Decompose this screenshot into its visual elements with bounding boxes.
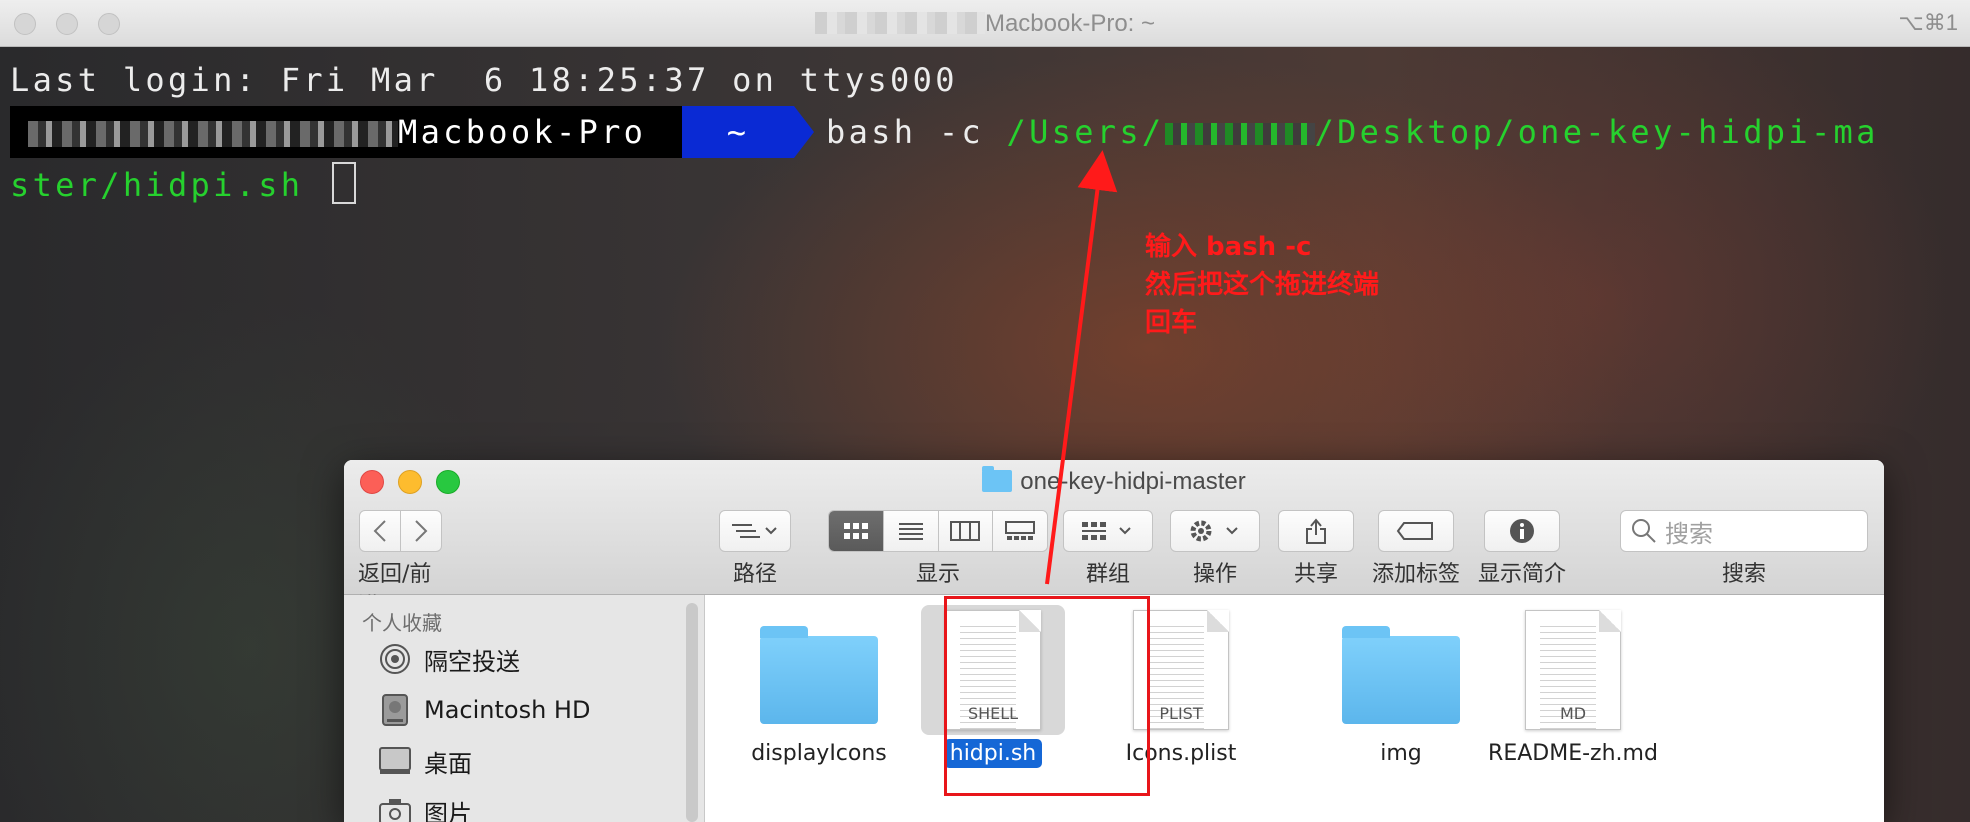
command-line: bash -c /Users/ /Desktop/one-key-hidpi-ma [826,106,1879,158]
markdown-file-icon: MD [1473,605,1673,735]
annotation-line3: 回车 [1145,308,1198,338]
group-label: 群组 [1085,562,1130,587]
command-prefix: bash -c [826,113,1007,151]
file-type-tag: MD [1559,704,1587,723]
file-item-readme-zh-md[interactable]: MD README-zh.md [1473,605,1673,768]
prompt-dir-segment: ~ [682,106,794,158]
share-label: 共享 [1293,562,1338,587]
action-label: 操作 [1192,562,1237,587]
finder-sidebar: 个人收藏 隔空投送 Macintosh HD 桌面 图片 [344,595,705,822]
sidebar-item-label: Macintosh HD [424,696,591,724]
path-icon [732,524,777,538]
sidebar-item-airdrop[interactable]: 隔空投送 [378,639,520,679]
back-button[interactable] [359,510,401,552]
add-tag-label: 添加标签 [1371,562,1460,587]
folder-icon [1301,605,1501,735]
add-tag-button[interactable] [1378,510,1454,552]
folder-icon [982,466,1013,492]
view-mode-group [828,510,1048,552]
annotation-note: 输入 bash -c 然后把这个拖进终端 回车 [1145,228,1379,342]
finder-title: one-key-hidpi-master [344,466,1884,496]
file-item-img[interactable]: img [1301,605,1501,768]
path-part1: /Users/ [1006,113,1165,151]
path-button[interactable] [719,510,791,552]
terminal-title-text: Macbook-Pro: ~ [984,10,1156,37]
favorites-header: 个人收藏 [362,611,442,635]
sidebar-item-label: 图片 [424,799,472,822]
prompt-host: Macbook-Pro [398,113,647,151]
get-info-button[interactable] [1484,510,1560,552]
redacted-path [1164,123,1315,145]
list-view-button[interactable] [883,511,939,551]
path-line2: ster/hidpi.sh [10,166,326,204]
chevron-left-icon [373,520,386,542]
share-icon [1306,518,1326,544]
annotation-line2: 然后把这个拖进终端 [1145,270,1380,300]
search-placeholder: 搜索 [1665,519,1713,548]
file-item-displayicons[interactable]: displayIcons [719,605,919,768]
search-label: 搜索 [1721,562,1766,587]
sidebar-item-desktop[interactable]: 桌面 [378,741,472,781]
window-shortcut: ⌥⌘1 [1898,10,1958,35]
columns-icon [950,521,981,541]
file-name: README-zh.md [1488,741,1658,766]
search-input[interactable]: 搜索 [1620,510,1868,552]
sidebar-scrollbar[interactable] [686,603,698,822]
info-icon [1510,519,1534,543]
camera-icon [378,794,412,822]
forward-button[interactable] [400,510,442,552]
finder-toolbar: one-key-hidpi-master 返回/前进 路径 [344,460,1884,619]
sidebar-item-label: 隔空投送 [424,647,520,676]
redacted-user [28,121,398,147]
search-icon [1632,519,1656,543]
grid-icon [843,523,868,539]
prompt-user-segment: Macbook-Pro [10,106,682,158]
finder-title-text: one-key-hidpi-master [1020,468,1246,495]
desktop-icon [378,744,412,778]
path-label: 路径 [732,562,777,587]
tag-icon [1396,522,1433,540]
harddisk-icon [378,693,412,727]
prompt-arrow [794,106,814,158]
sidebar-item-label: 桌面 [424,749,472,778]
action-button[interactable] [1170,510,1260,552]
redacted-username [814,12,985,34]
list-icon [898,523,923,540]
sidebar-item-macintosh-hd[interactable]: Macintosh HD [378,690,590,730]
icon-view-button[interactable] [829,511,884,551]
folder-icon [719,605,919,735]
annotation-line1: 输入 bash -c [1145,232,1312,262]
group-button[interactable] [1063,510,1153,552]
file-name: displayIcons [751,741,887,766]
chevron-right-icon [415,520,428,542]
gear-icon [1190,520,1238,542]
last-login-line: Last login: Fri Mar 6 18:25:37 on ttys00… [10,61,958,99]
gallery-view-button[interactable] [993,511,1047,551]
view-label: 显示 [915,562,960,587]
terminal-cursor [331,162,356,204]
coverflow-icon [1005,521,1036,540]
highlight-frame [944,596,1150,796]
get-info-label: 显示简介 [1477,562,1566,587]
group-icon [1082,522,1131,540]
share-button[interactable] [1278,510,1354,552]
path-part2: /Desktop/one-key-hidpi-ma [1314,113,1879,151]
terminal-title: Macbook-Pro: ~ [0,10,1970,38]
airdrop-icon [378,642,412,676]
file-grid: displayIcons SHELL hidpi.sh PLIST Icons.… [705,595,1884,822]
sidebar-item-pictures[interactable]: 图片 [378,791,472,822]
file-name: img [1380,741,1422,766]
command-continuation: ster/hidpi.sh [10,162,356,208]
column-view-button[interactable] [938,511,994,551]
terminal-titlebar: Macbook-Pro: ~ ⌥⌘1 [0,0,1970,47]
